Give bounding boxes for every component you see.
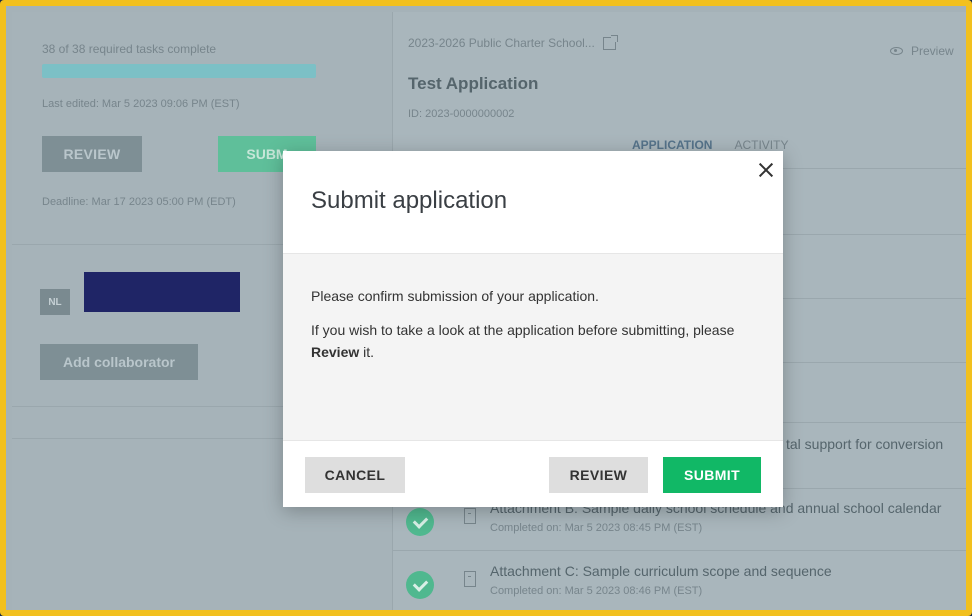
check-icon: [406, 571, 434, 599]
preview-label: Preview: [911, 44, 954, 58]
external-link-icon[interactable]: [602, 34, 618, 50]
dialog-title: Submit application: [311, 187, 508, 214]
list-item-completed: Completed on: Mar 5 2023 08:45 PM (EST): [490, 522, 703, 534]
review-emphasis: Review: [311, 344, 360, 360]
list-item-title[interactable]: Attachment C: Sample curriculum scope an…: [490, 563, 832, 579]
submit-button[interactable]: SUBMIT: [663, 457, 761, 493]
progress-bar: [42, 64, 316, 78]
list-item[interactable]: Attachment C: Sample curriculum scope an…: [406, 563, 966, 610]
tasks-status: 38 of 38 required tasks complete: [42, 42, 217, 56]
list-item-completed: Completed on: Mar 5 2023 08:46 PM (EST): [490, 585, 703, 597]
breadcrumb[interactable]: 2023-2026 Public Charter School...: [408, 34, 618, 50]
submit-dialog: Submit application Please confirm submis…: [283, 151, 783, 507]
review-button[interactable]: REVIEW: [549, 457, 648, 493]
cancel-button[interactable]: CANCEL: [305, 457, 405, 493]
application-id: ID: 2023-0000000002: [408, 108, 515, 120]
dialog-message-review: If you wish to take a look at the applic…: [311, 322, 735, 360]
redacted-name: [84, 272, 240, 312]
avatar: NL: [40, 289, 70, 315]
list-item[interactable]: Attachment B: Sample daily school schedu…: [406, 500, 966, 560]
tab-application[interactable]: APPLICATION: [632, 138, 712, 152]
dialog-message: Please confirm submission of your applic…: [311, 288, 599, 304]
preview-link[interactable]: Preview: [890, 44, 954, 58]
page-title: Test Application: [408, 74, 539, 93]
eye-icon: [890, 47, 903, 55]
close-icon[interactable]: [755, 159, 777, 181]
add-collaborator-button[interactable]: Add collaborator: [40, 344, 198, 380]
tab-activity[interactable]: ACTIVITY: [734, 138, 788, 152]
tab-bar: APPLICATION ACTIVITY: [632, 138, 788, 152]
dialog-header: Submit application: [283, 151, 783, 254]
last-edited: Last edited: Mar 5 2023 09:06 PM (EST): [42, 98, 240, 110]
check-icon: [406, 508, 434, 536]
dialog-footer: CANCEL REVIEW SUBMIT: [283, 440, 783, 507]
deadline: Deadline: Mar 17 2023 05:00 PM (EDT): [42, 196, 236, 208]
document-icon: [464, 571, 476, 587]
dialog-body: Please confirm submission of your applic…: [311, 285, 751, 375]
app-frame: 38 of 38 required tasks complete Last ed…: [0, 0, 972, 616]
list-item-title: tal support for conversion: [786, 436, 944, 452]
sidebar-review-button[interactable]: REVIEW: [42, 136, 142, 172]
breadcrumb-label[interactable]: 2023-2026 Public Charter School...: [408, 36, 595, 50]
document-icon: [464, 508, 476, 524]
